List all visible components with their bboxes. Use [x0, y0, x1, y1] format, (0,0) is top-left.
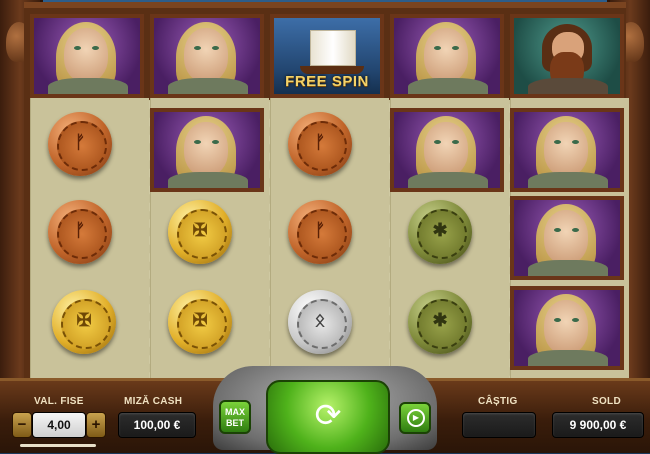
bet-level-indicator: [20, 444, 96, 447]
symbol-gold-coin: ✠: [168, 290, 232, 354]
max-bet-label-bottom: BET: [226, 418, 244, 428]
symbol-shieldmaiden: [30, 14, 144, 98]
symbol-shieldmaiden: [390, 14, 504, 98]
symbol-bronze-coin: ᚠ: [288, 200, 352, 264]
symbol-green-coin: ✱: [408, 290, 472, 354]
symbol-free-spin: FREE SPIN: [270, 14, 384, 98]
balance-label: SOLD: [592, 396, 621, 407]
play-icon: ▶: [407, 409, 425, 427]
symbol-viking-warrior: [510, 14, 624, 98]
balance-value: 9 900,00 €: [552, 412, 644, 438]
bet-decrease-button[interactable]: −: [12, 412, 32, 438]
cash-bet-label: MIZĂ CASH: [124, 396, 183, 407]
spin-button[interactable]: ⟳: [266, 380, 390, 454]
win-label: CÂȘTIG: [478, 396, 518, 407]
win-value: [462, 412, 536, 438]
autoplay-button[interactable]: ▶: [399, 402, 431, 434]
symbol-shieldmaiden: [150, 14, 264, 98]
symbol-silver-coin: ᛟ: [288, 290, 352, 354]
free-spin-label: FREE SPIN: [285, 73, 369, 90]
bet-increase-button[interactable]: +: [86, 412, 106, 438]
max-bet-label-top: MAX: [225, 407, 245, 417]
symbol-shieldmaiden: [510, 108, 624, 192]
symbol-shieldmaiden: [510, 286, 624, 370]
ship-sail-icon: [310, 30, 356, 66]
symbol-gold-coin: ✠: [52, 290, 116, 354]
max-bet-button[interactable]: MAX BET: [219, 400, 251, 434]
spin-arrow-icon: ⟳: [314, 397, 342, 433]
symbol-bronze-coin: ᚠ: [288, 112, 352, 176]
bet-level-label: VAL. FISE: [34, 396, 84, 407]
symbol-green-coin: ✱: [408, 200, 472, 264]
bet-level-value: 4,00: [32, 412, 86, 438]
symbol-shieldmaiden: [510, 196, 624, 280]
symbol-gold-coin: ✠: [168, 200, 232, 264]
cash-bet-value: 100,00 €: [118, 412, 196, 438]
symbol-bronze-coin: ᚠ: [48, 112, 112, 176]
symbol-shieldmaiden: [150, 108, 264, 192]
symbol-bronze-coin: ᚠ: [48, 200, 112, 264]
symbol-shieldmaiden: [390, 108, 504, 192]
